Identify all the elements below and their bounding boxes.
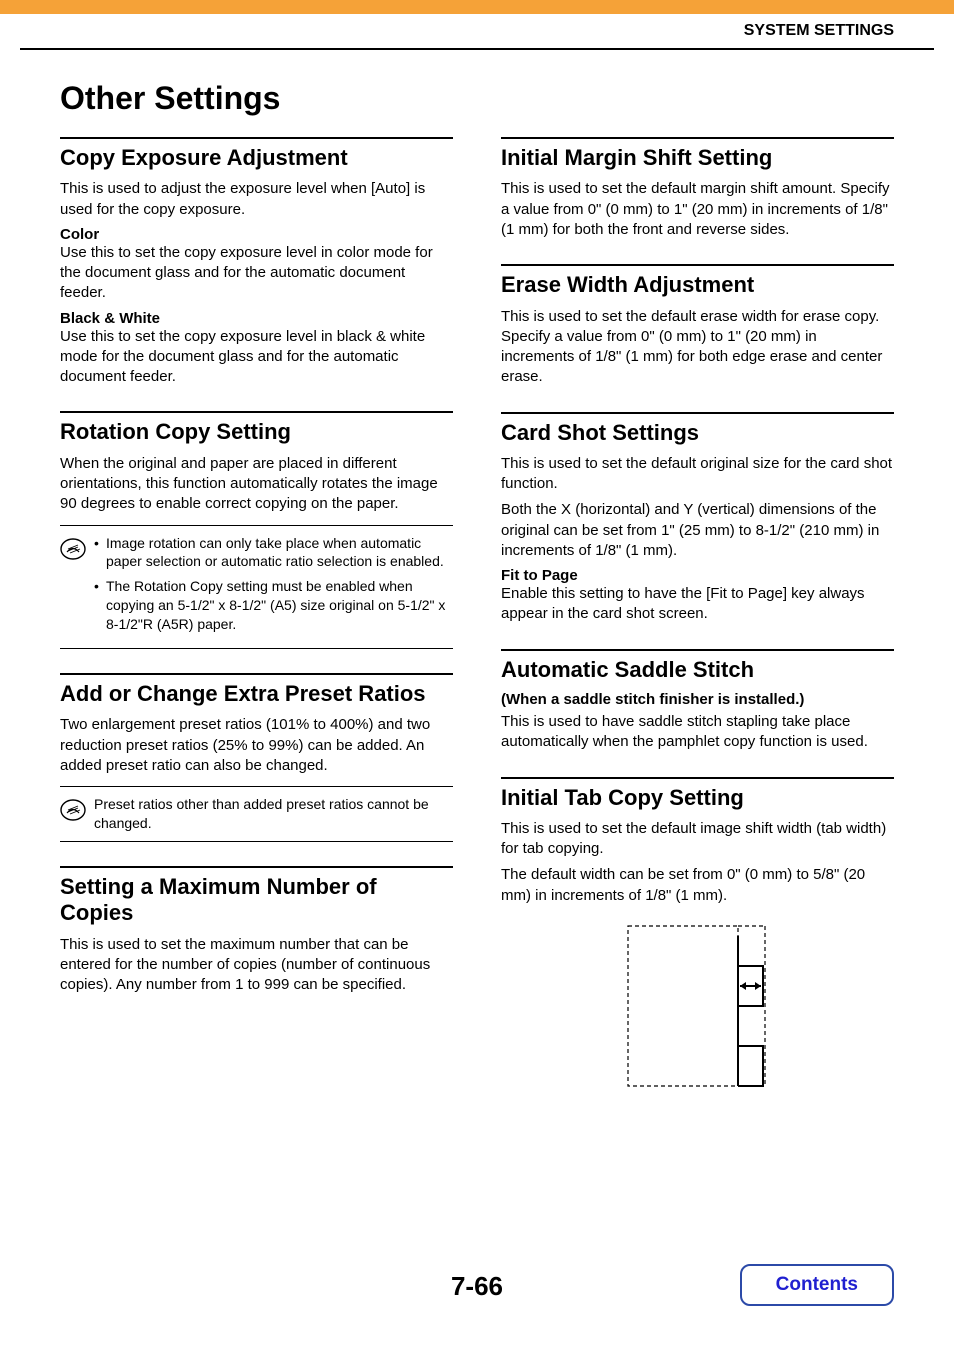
top-orange-bar xyxy=(0,0,954,14)
sub-body-bw: Use this to set the copy exposure level … xyxy=(60,327,453,388)
note-bullet: The Rotation Copy setting must be enable… xyxy=(94,577,449,634)
section-heading: Erase Width Adjustment xyxy=(501,272,894,298)
note-content: Preset ratios other than added preset ra… xyxy=(94,795,449,833)
section-heading: Add or Change Extra Preset Ratios xyxy=(60,681,453,707)
sub-body-color: Use this to set the copy exposure level … xyxy=(60,243,453,304)
section-body: The default width can be set from 0" (0 … xyxy=(501,865,894,906)
section-heading: Rotation Copy Setting xyxy=(60,419,453,445)
section-rule xyxy=(60,673,453,675)
tab-copy-diagram xyxy=(501,916,894,1096)
content-columns: Copy Exposure Adjustment This is used to… xyxy=(0,137,954,1120)
section-rule xyxy=(60,411,453,413)
section-tab-copy: Initial Tab Copy Setting This is used to… xyxy=(501,777,894,1096)
note-box: Image rotation can only take place when … xyxy=(60,525,453,649)
section-rule xyxy=(60,137,453,139)
section-heading: Copy Exposure Adjustment xyxy=(60,145,453,171)
sub-body-fit-page: Enable this setting to have the [Fit to … xyxy=(501,584,894,625)
page-title: Other Settings xyxy=(0,50,954,137)
section-erase-width: Erase Width Adjustment This is used to s… xyxy=(501,264,894,387)
section-rule xyxy=(501,264,894,266)
section-preset-ratios: Add or Change Extra Preset Ratios Two en… xyxy=(60,673,453,842)
section-heading: Automatic Saddle Stitch xyxy=(501,657,894,683)
section-body: This is used to set the default erase wi… xyxy=(501,307,894,388)
section-rule xyxy=(501,137,894,139)
section-max-copies: Setting a Maximum Number of Copies This … xyxy=(60,866,453,996)
left-column: Copy Exposure Adjustment This is used to… xyxy=(60,137,453,1120)
sub-heading-fit-page: Fit to Page xyxy=(501,567,894,584)
section-heading: Initial Margin Shift Setting xyxy=(501,145,894,171)
section-body: This is used to set the maximum number t… xyxy=(60,935,453,996)
section-margin-shift: Initial Margin Shift Setting This is use… xyxy=(501,137,894,240)
header-title: SYSTEM SETTINGS xyxy=(744,22,894,39)
note-icon xyxy=(60,536,86,562)
sub-heading-bw: Black & White xyxy=(60,310,453,327)
section-body: When the original and paper are placed i… xyxy=(60,454,453,515)
note-box: Preset ratios other than added preset ra… xyxy=(60,786,453,842)
header-region: SYSTEM SETTINGS xyxy=(0,14,954,44)
section-rule xyxy=(501,649,894,651)
sub-heading-color: Color xyxy=(60,226,453,243)
note-icon xyxy=(60,797,86,823)
section-rule xyxy=(501,412,894,414)
section-body: This is used to set the default margin s… xyxy=(501,179,894,240)
note-bullet: Image rotation can only take place when … xyxy=(94,534,449,572)
section-copy-exposure: Copy Exposure Adjustment This is used to… xyxy=(60,137,453,387)
section-body: This is used to set the default original… xyxy=(501,454,894,495)
section-heading: Initial Tab Copy Setting xyxy=(501,785,894,811)
section-body: Both the X (horizontal) and Y (vertical)… xyxy=(501,500,894,561)
section-body: This is used to set the default image sh… xyxy=(501,819,894,860)
section-rotation-copy: Rotation Copy Setting When the original … xyxy=(60,411,453,649)
section-rule xyxy=(60,866,453,868)
section-card-shot: Card Shot Settings This is used to set t… xyxy=(501,412,894,625)
section-body: Two enlargement preset ratios (101% to 4… xyxy=(60,715,453,776)
contents-button[interactable]: Contents xyxy=(740,1264,894,1306)
note-content: Image rotation can only take place when … xyxy=(94,534,449,640)
section-saddle-stitch: Automatic Saddle Stitch (When a saddle s… xyxy=(501,649,894,753)
right-column: Initial Margin Shift Setting This is use… xyxy=(501,137,894,1120)
section-body: This is used to adjust the exposure leve… xyxy=(60,179,453,220)
section-heading: Setting a Maximum Number of Copies xyxy=(60,874,453,927)
section-heading: Card Shot Settings xyxy=(501,420,894,446)
section-rule xyxy=(501,777,894,779)
section-subheading: (When a saddle stitch finisher is instal… xyxy=(501,691,894,708)
section-body: This is used to have saddle stitch stapl… xyxy=(501,712,894,753)
